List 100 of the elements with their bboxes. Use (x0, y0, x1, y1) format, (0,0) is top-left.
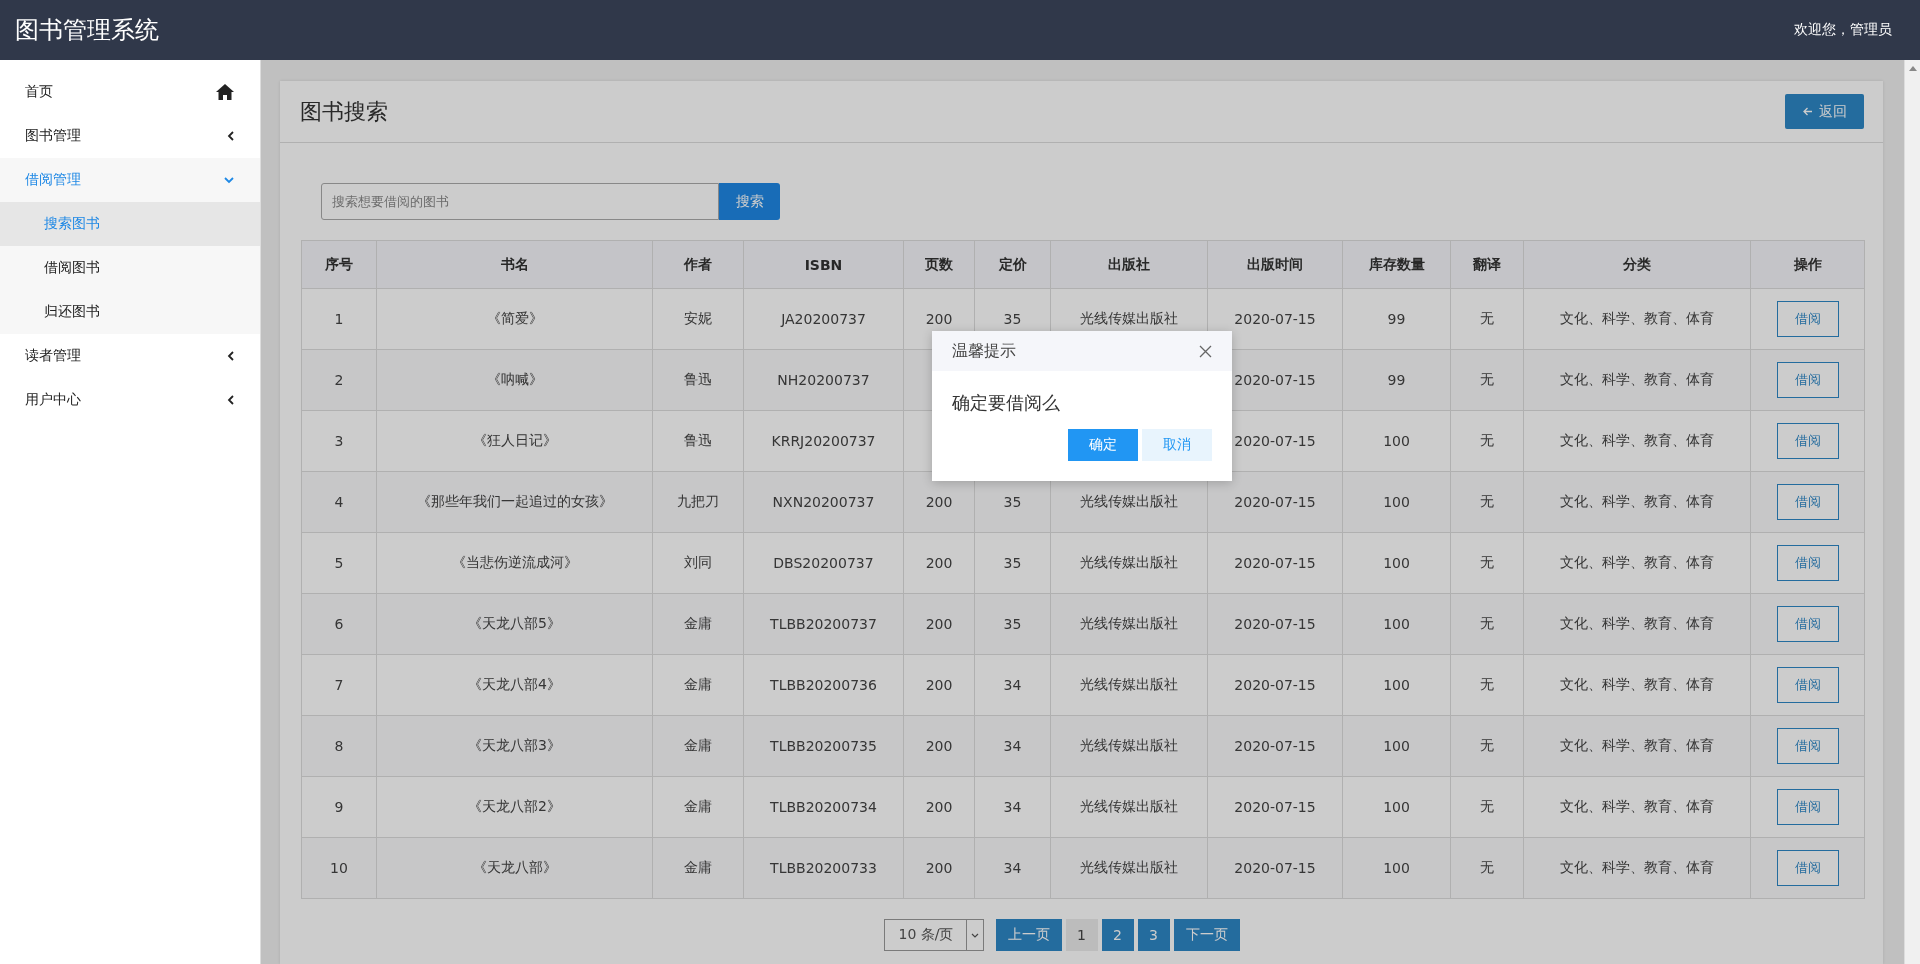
table-cell: 文化、科学、教育、体育 (1560, 432, 1714, 448)
caret-down-icon (970, 932, 979, 938)
chevron-left-icon (227, 395, 234, 405)
table-cell: 金庸 (684, 676, 712, 692)
borrow-button[interactable]: 借阅 (1776, 301, 1839, 337)
page-button[interactable]: 3 (1137, 919, 1170, 951)
table-cell: 安妮 (684, 310, 712, 326)
table-cell: 100 (1383, 799, 1410, 815)
borrow-button[interactable]: 借阅 (1776, 667, 1839, 703)
table-cell: 无 (1480, 676, 1494, 692)
table-cell: DBS20200737 (773, 555, 874, 571)
column-header: 出版社 (1050, 240, 1208, 289)
table-cell: TLBB20200733 (770, 860, 877, 876)
nav-item[interactable]: 借阅管理 (0, 158, 260, 202)
borrow-button[interactable]: 借阅 (1776, 606, 1839, 642)
scroll-up-icon[interactable] (1908, 66, 1917, 71)
table-cell: 文化、科学、教育、体育 (1560, 493, 1714, 509)
borrow-button[interactable]: 借阅 (1776, 362, 1839, 398)
table-cell: 文化、科学、教育、体育 (1560, 310, 1714, 326)
table-cell: 100 (1383, 738, 1410, 754)
nav-subitem[interactable]: 搜索图书 (0, 202, 260, 246)
nav-subitem[interactable]: 归还图书 (0, 290, 260, 334)
table-cell: 文化、科学、教育、体育 (1560, 737, 1714, 753)
chevron-left-icon (227, 351, 234, 361)
column-header: 序号 (301, 240, 377, 289)
table-cell: 文化、科学、教育、体育 (1560, 371, 1714, 387)
dialog-title: 温馨提示 (952, 340, 1016, 362)
prev-page-button[interactable]: 上一页 (995, 919, 1062, 951)
table-cell: 2020-07-15 (1234, 555, 1316, 571)
table-cell: 9 (334, 799, 344, 815)
borrow-button[interactable]: 借阅 (1776, 850, 1839, 886)
table-cell: 1 (334, 311, 344, 327)
table-cell: 《那些年我们一起追过的女孩》 (416, 493, 613, 509)
table-cell: 6 (334, 616, 344, 632)
table-cell: 35 (1003, 311, 1022, 327)
table-cell: 2 (334, 372, 344, 388)
table-cell: 3 (334, 433, 344, 449)
table-cell: 35 (1003, 555, 1022, 571)
table-cell: 无 (1480, 554, 1494, 570)
table-cell: 文化、科学、教育、体育 (1560, 676, 1714, 692)
table-cell: 鲁迅 (684, 371, 712, 387)
table-cell: 10 (330, 860, 348, 876)
borrow-button[interactable]: 借阅 (1776, 545, 1839, 581)
table-cell: 2020-07-15 (1234, 311, 1316, 327)
table-cell: 无 (1480, 859, 1494, 875)
nav-item[interactable]: 用户中心 (0, 378, 260, 422)
nav-item[interactable]: 读者管理 (0, 334, 260, 378)
table-cell: 《当悲伤逆流成河》 (451, 554, 578, 570)
next-page-button[interactable]: 下一页 (1173, 919, 1240, 951)
table-cell: 无 (1480, 798, 1494, 814)
scrollbar[interactable] (1904, 60, 1920, 964)
borrow-button[interactable]: 借阅 (1776, 789, 1839, 825)
table-cell: TLBB20200734 (770, 799, 877, 815)
search-button[interactable]: 搜索 (719, 183, 780, 220)
column-header: ISBN (743, 240, 904, 289)
table-cell: 无 (1480, 310, 1494, 326)
close-icon[interactable] (1199, 344, 1212, 358)
column-header: 分类 (1523, 240, 1751, 289)
table-cell: 5 (334, 555, 344, 571)
table-cell: TLBB20200737 (770, 616, 877, 632)
table-cell: KRRJ20200737 (771, 433, 876, 449)
table-cell: 鲁迅 (684, 432, 712, 448)
borrow-button[interactable]: 借阅 (1776, 423, 1839, 459)
confirm-button[interactable]: 确定 (1068, 429, 1138, 461)
table-cell: 99 (1387, 372, 1406, 388)
table-cell: NH20200737 (777, 372, 870, 388)
nav-item[interactable]: 图书管理 (0, 114, 260, 158)
table-cell: 金庸 (684, 737, 712, 753)
table-cell: 2020-07-15 (1234, 494, 1316, 510)
page-button[interactable]: 2 (1101, 919, 1134, 951)
borrow-button[interactable]: 借阅 (1776, 484, 1839, 520)
table-cell: 8 (334, 738, 344, 754)
table-cell: 35 (1003, 616, 1022, 632)
table-cell: TLBB20200735 (770, 738, 877, 754)
table-cell: 《呐喊》 (486, 371, 543, 387)
nav-item[interactable]: 首页 (0, 70, 260, 114)
table-cell: 200 (925, 799, 953, 815)
table-cell: 4 (334, 494, 344, 510)
table-cell: 九把刀 (677, 493, 719, 509)
column-header: 定价 (974, 240, 1051, 289)
borrow-button[interactable]: 借阅 (1776, 728, 1839, 764)
table-cell: 无 (1480, 493, 1494, 509)
table-cell: 《狂人日记》 (472, 432, 557, 448)
table-cell: 无 (1480, 737, 1494, 753)
table-cell: 2020-07-15 (1234, 372, 1316, 388)
page-title: 图书搜索 (300, 97, 388, 126)
cancel-button[interactable]: 取消 (1142, 429, 1212, 461)
back-button[interactable]: 返回 (1785, 94, 1864, 129)
table-cell: 光线传媒出版社 (1080, 493, 1178, 509)
page-button[interactable]: 1 (1065, 919, 1098, 951)
search-field[interactable]: 搜索想要借阅的图书 (321, 183, 719, 220)
table-cell: 100 (1383, 616, 1410, 632)
table-cell: 100 (1383, 494, 1410, 510)
table-cell: 《天龙八部》 (472, 859, 557, 875)
table-cell: 34 (1003, 860, 1022, 876)
table-cell: 光线传媒出版社 (1080, 737, 1178, 753)
table-cell: 34 (1003, 799, 1022, 815)
table-cell: 200 (925, 555, 953, 571)
page-size-select[interactable]: 10 条/页 (883, 919, 984, 951)
nav-subitem[interactable]: 借阅图书 (0, 246, 260, 290)
